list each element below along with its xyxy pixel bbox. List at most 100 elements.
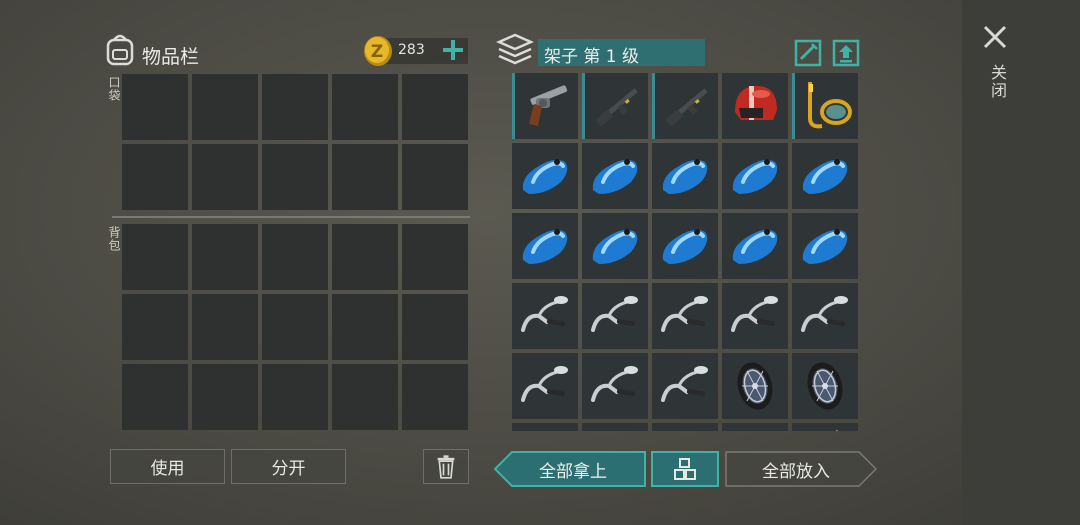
shelf-slot[interactable] bbox=[512, 73, 578, 139]
close-label[interactable]: 关闭 bbox=[985, 64, 1009, 100]
fuel-tank-icon bbox=[732, 229, 778, 264]
shelf-slot[interactable] bbox=[652, 423, 718, 431]
shelf-slot[interactable] bbox=[722, 143, 788, 209]
backpack-slot[interactable] bbox=[122, 224, 188, 290]
side-panel bbox=[962, 0, 1080, 525]
pocket-slot[interactable] bbox=[192, 144, 258, 210]
pocket-slot[interactable] bbox=[122, 74, 188, 140]
section-divider bbox=[112, 216, 470, 218]
trash-button[interactable] bbox=[423, 449, 469, 484]
sort-icon[interactable] bbox=[794, 39, 822, 67]
shelf-slot[interactable] bbox=[582, 143, 648, 209]
upgrade-icon[interactable] bbox=[832, 39, 860, 67]
backpack-slot[interactable] bbox=[192, 294, 258, 360]
pocket-slot[interactable] bbox=[402, 74, 468, 140]
pocket-slot[interactable] bbox=[192, 74, 258, 140]
handlebar-icon bbox=[661, 296, 708, 332]
shelf-slot[interactable] bbox=[722, 423, 788, 431]
handlebar-icon bbox=[521, 296, 568, 332]
shelf-slot[interactable] bbox=[512, 143, 578, 209]
wheel-icon bbox=[587, 428, 643, 431]
take-all-button[interactable]: 全部拿上 bbox=[494, 451, 646, 487]
shelf-slot[interactable] bbox=[792, 283, 858, 349]
shelf-slot[interactable] bbox=[652, 213, 718, 279]
handlebar-icon bbox=[661, 366, 708, 402]
backpack-slot[interactable] bbox=[332, 294, 398, 360]
split-button[interactable]: 分开 bbox=[231, 449, 346, 484]
grid-view-button[interactable] bbox=[651, 451, 719, 487]
shelf-slot[interactable] bbox=[652, 73, 718, 139]
shelf-slot[interactable] bbox=[652, 143, 718, 209]
handlebar-icon bbox=[521, 366, 568, 402]
plus-icon[interactable] bbox=[441, 38, 465, 62]
backpack-slot[interactable] bbox=[262, 294, 328, 360]
fuel-tank-icon bbox=[802, 229, 848, 264]
shelf-slot[interactable] bbox=[582, 213, 648, 279]
backpack-label: 背包 bbox=[107, 226, 121, 252]
pocket-slot[interactable] bbox=[122, 144, 188, 210]
revolver-icon bbox=[529, 85, 568, 126]
shelf-slot[interactable] bbox=[792, 213, 858, 279]
shelf-slot[interactable] bbox=[512, 423, 578, 431]
handlebar-icon bbox=[801, 296, 848, 332]
fuel-tank-icon bbox=[802, 159, 848, 194]
handlebar-icon bbox=[591, 296, 638, 332]
handlebar-icon bbox=[591, 366, 638, 402]
backpack-slot[interactable] bbox=[332, 224, 398, 290]
shelf-slot[interactable] bbox=[722, 213, 788, 279]
shelf-slot[interactable] bbox=[722, 283, 788, 349]
fuel-tank-icon bbox=[662, 229, 708, 264]
fuel-tank-icon bbox=[522, 229, 568, 264]
svg-text:Z: Z bbox=[371, 42, 383, 62]
shelf-slot[interactable] bbox=[582, 73, 648, 139]
shelf-slot[interactable] bbox=[792, 353, 858, 419]
part-icon bbox=[835, 430, 838, 431]
use-button[interactable]: 使用 bbox=[110, 449, 225, 484]
pocket-slot[interactable] bbox=[262, 144, 328, 210]
shelf-slot[interactable] bbox=[582, 423, 648, 431]
backpack-slot[interactable] bbox=[402, 294, 468, 360]
wheel-icon bbox=[657, 428, 713, 431]
backpack-slot[interactable] bbox=[402, 364, 468, 430]
shelf-slot[interactable] bbox=[512, 353, 578, 419]
shelf-slot[interactable] bbox=[792, 423, 858, 431]
wheel-icon bbox=[737, 362, 773, 410]
snorkel-icon bbox=[808, 82, 852, 129]
wheel-icon bbox=[807, 362, 843, 410]
rifle-icon bbox=[596, 88, 638, 126]
helmet-icon bbox=[735, 86, 777, 120]
pocket-slot[interactable] bbox=[332, 74, 398, 140]
backpack-slot[interactable] bbox=[262, 224, 328, 290]
shelf-slot[interactable] bbox=[652, 353, 718, 419]
rifle-icon bbox=[666, 88, 708, 126]
close-icon[interactable] bbox=[982, 24, 1008, 50]
pocket-slot[interactable] bbox=[262, 74, 328, 140]
backpack-slot[interactable] bbox=[332, 364, 398, 430]
shelf-slot[interactable] bbox=[792, 73, 858, 139]
pocket-label: 口袋 bbox=[107, 76, 121, 102]
backpack-slot[interactable] bbox=[402, 224, 468, 290]
shelf-slot[interactable] bbox=[652, 283, 718, 349]
fuel-tank-icon bbox=[592, 229, 638, 264]
backpack-slot[interactable] bbox=[122, 364, 188, 430]
shelf-slot[interactable] bbox=[512, 283, 578, 349]
fuel-tank-icon bbox=[592, 159, 638, 194]
backpack-slot[interactable] bbox=[192, 364, 258, 430]
pocket-slot[interactable] bbox=[402, 144, 468, 210]
backpack-slot[interactable] bbox=[122, 294, 188, 360]
shelf-slot[interactable] bbox=[582, 283, 648, 349]
put-all-button[interactable]: 全部放入 bbox=[725, 451, 877, 487]
backpack-slot[interactable] bbox=[192, 224, 258, 290]
shelf-slot[interactable] bbox=[792, 143, 858, 209]
shelf-slot[interactable] bbox=[582, 353, 648, 419]
pocket-slot[interactable] bbox=[332, 144, 398, 210]
shelf-slot[interactable] bbox=[512, 213, 578, 279]
shelf-slot[interactable] bbox=[722, 73, 788, 139]
fuel-tank-icon bbox=[662, 159, 708, 194]
coin-count: 283 bbox=[398, 42, 425, 58]
shelf-grid bbox=[512, 73, 860, 431]
backpack-slot[interactable] bbox=[262, 364, 328, 430]
put-all-label: 全部放入 bbox=[762, 461, 830, 482]
fuel-tank-icon bbox=[732, 159, 778, 194]
shelf-slot[interactable] bbox=[722, 353, 788, 419]
